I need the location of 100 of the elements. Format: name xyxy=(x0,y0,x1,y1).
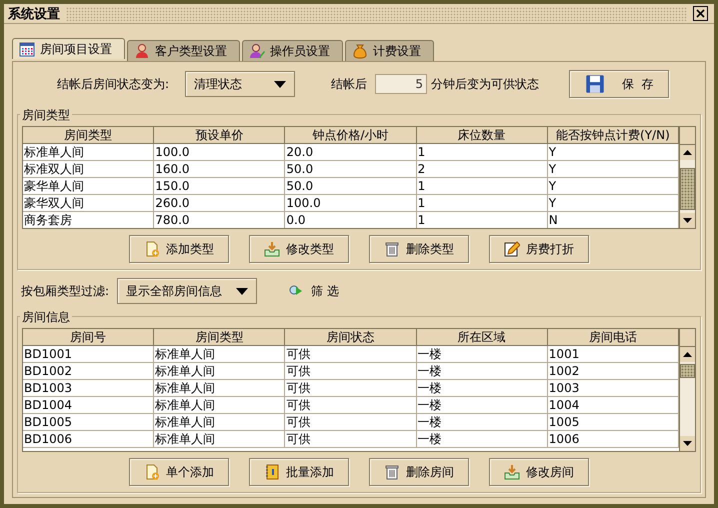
column-header[interactable]: 预设单价 xyxy=(154,127,286,144)
filter-dropdown[interactable]: 显示全部房间信息 xyxy=(117,278,258,304)
inbox-tray-icon xyxy=(504,464,520,480)
table-cell: 50.0 xyxy=(285,178,417,195)
action-button[interactable]: 添加类型 xyxy=(129,235,229,263)
group-title: 房间类型 xyxy=(20,107,72,124)
table-cell: Y xyxy=(548,161,679,178)
table-cell: 20.0 xyxy=(285,144,417,161)
table-cell: 可供 xyxy=(285,414,417,431)
table-cell: 可供 xyxy=(285,346,417,363)
table-cell: 标准单人间 xyxy=(154,431,286,448)
minutes-prefix-label: 结帐后 xyxy=(331,76,368,92)
table-cell: 260.0 xyxy=(154,195,286,212)
table-cell: Y xyxy=(548,178,679,195)
table-cell: 一楼 xyxy=(416,431,548,448)
status-dropdown[interactable]: 清理状态 xyxy=(185,71,296,97)
table-cell: 一楼 xyxy=(416,363,548,380)
action-button[interactable]: 修改类型 xyxy=(249,235,349,263)
scrollbar[interactable] xyxy=(679,127,695,228)
table-cell: 780.0 xyxy=(154,212,286,228)
table-cell: 一楼 xyxy=(416,414,548,431)
calendar-icon xyxy=(19,41,35,57)
table-cell: 标准单人间 xyxy=(23,144,154,161)
book-icon xyxy=(264,464,280,480)
table-cell: 2 xyxy=(416,161,548,178)
table-cell: 1002 xyxy=(548,363,679,380)
table-cell: BD1005 xyxy=(23,414,154,431)
column-header[interactable]: 床位数量 xyxy=(416,127,548,144)
table-cell: 1003 xyxy=(548,380,679,397)
table-cell: 50.0 xyxy=(285,161,417,178)
table-cell: 豪华双人间 xyxy=(23,195,154,212)
table-cell: 标准单人间 xyxy=(154,346,286,363)
column-header[interactable]: 能否按钟点计费(Y/N) xyxy=(548,127,679,144)
table-cell: BD1002 xyxy=(23,363,154,380)
table-cell: 1 xyxy=(416,144,548,161)
minutes-input-field[interactable]: 5 xyxy=(375,74,428,94)
filter-button[interactable]: 筛 选 xyxy=(285,280,341,302)
scroll-down-icon[interactable] xyxy=(683,441,692,446)
money-bag-icon xyxy=(352,43,368,59)
table-cell: 100.0 xyxy=(154,144,286,161)
table-cell: 可供 xyxy=(285,380,417,397)
action-button[interactable]: 单个添加 xyxy=(129,458,229,486)
table-cell: 1004 xyxy=(548,397,679,414)
action-button[interactable]: 删除类型 xyxy=(369,235,469,263)
table-cell: 商务套房 xyxy=(23,212,154,228)
scroll-down-icon[interactable] xyxy=(683,218,692,223)
inbox-tray-icon xyxy=(264,241,280,257)
column-header[interactable]: 房间电话 xyxy=(548,329,679,346)
table-cell: 标准双人间 xyxy=(23,161,154,178)
table-cell: 1 xyxy=(416,195,548,212)
table-cell: BD1003 xyxy=(23,380,154,397)
column-header[interactable]: 所在区域 xyxy=(416,329,548,346)
trash-icon xyxy=(384,464,400,480)
table-cell: 标准单人间 xyxy=(154,380,286,397)
pencil-note-icon xyxy=(504,241,520,257)
person-icon xyxy=(134,43,150,59)
table-cell: Y xyxy=(548,195,679,212)
window-title: 系统设置 xyxy=(8,6,60,22)
close-button[interactable] xyxy=(693,6,708,21)
add-document-icon xyxy=(144,241,160,257)
table-cell: 一楼 xyxy=(416,380,548,397)
tab[interactable]: 操作员设置 xyxy=(242,40,343,61)
action-button[interactable]: 修改房间 xyxy=(489,458,589,486)
tab[interactable]: 计费设置 xyxy=(345,40,434,61)
table-cell: 1005 xyxy=(548,414,679,431)
close-icon xyxy=(696,9,705,18)
caret-icon xyxy=(236,288,248,294)
table-cell: 1 xyxy=(416,212,548,228)
table-cell: 豪华单人间 xyxy=(23,178,154,195)
table-cell: 1001 xyxy=(548,346,679,363)
trash-icon xyxy=(384,241,400,257)
table-cell: 标准单人间 xyxy=(154,363,286,380)
table-cell: 可供 xyxy=(285,363,417,380)
table-cell: BD1001 xyxy=(23,346,154,363)
action-button[interactable]: 房费打折 xyxy=(489,235,589,263)
scrollbar[interactable] xyxy=(679,329,695,451)
action-button[interactable]: 删除房间 xyxy=(369,458,469,486)
table-cell: 160.0 xyxy=(154,161,286,178)
column-header[interactable]: 钟点价格/小时 xyxy=(285,127,417,144)
scrollbar-thumb[interactable] xyxy=(680,168,695,210)
table-cell: 1 xyxy=(416,178,548,195)
table-cell: BD1006 xyxy=(23,431,154,448)
table-cell: 一楼 xyxy=(416,346,548,363)
column-header[interactable]: 房间状态 xyxy=(285,329,417,346)
scroll-up-icon[interactable] xyxy=(683,352,692,357)
tab[interactable]: 房间项目设置 xyxy=(12,38,125,59)
save-button[interactable]: 保 存 xyxy=(569,70,670,98)
table-cell: 标准单人间 xyxy=(154,414,286,431)
action-button[interactable]: 批量添加 xyxy=(249,458,349,486)
table-cell: 可供 xyxy=(285,431,417,448)
tab[interactable]: 客户类型设置 xyxy=(127,40,240,61)
column-header[interactable]: 房间类型 xyxy=(154,329,286,346)
filter-label: 按包厢类型过滤: xyxy=(21,282,110,300)
column-header[interactable]: 房间号 xyxy=(23,329,154,346)
scroll-up-icon[interactable] xyxy=(683,150,692,155)
scrollbar-thumb[interactable] xyxy=(680,364,695,378)
table-cell: 标准单人间 xyxy=(154,397,286,414)
status-label: 结帐后房间状态变为: xyxy=(57,76,170,92)
column-header[interactable]: 房间类型 xyxy=(23,127,154,144)
table-cell: N xyxy=(548,212,679,228)
